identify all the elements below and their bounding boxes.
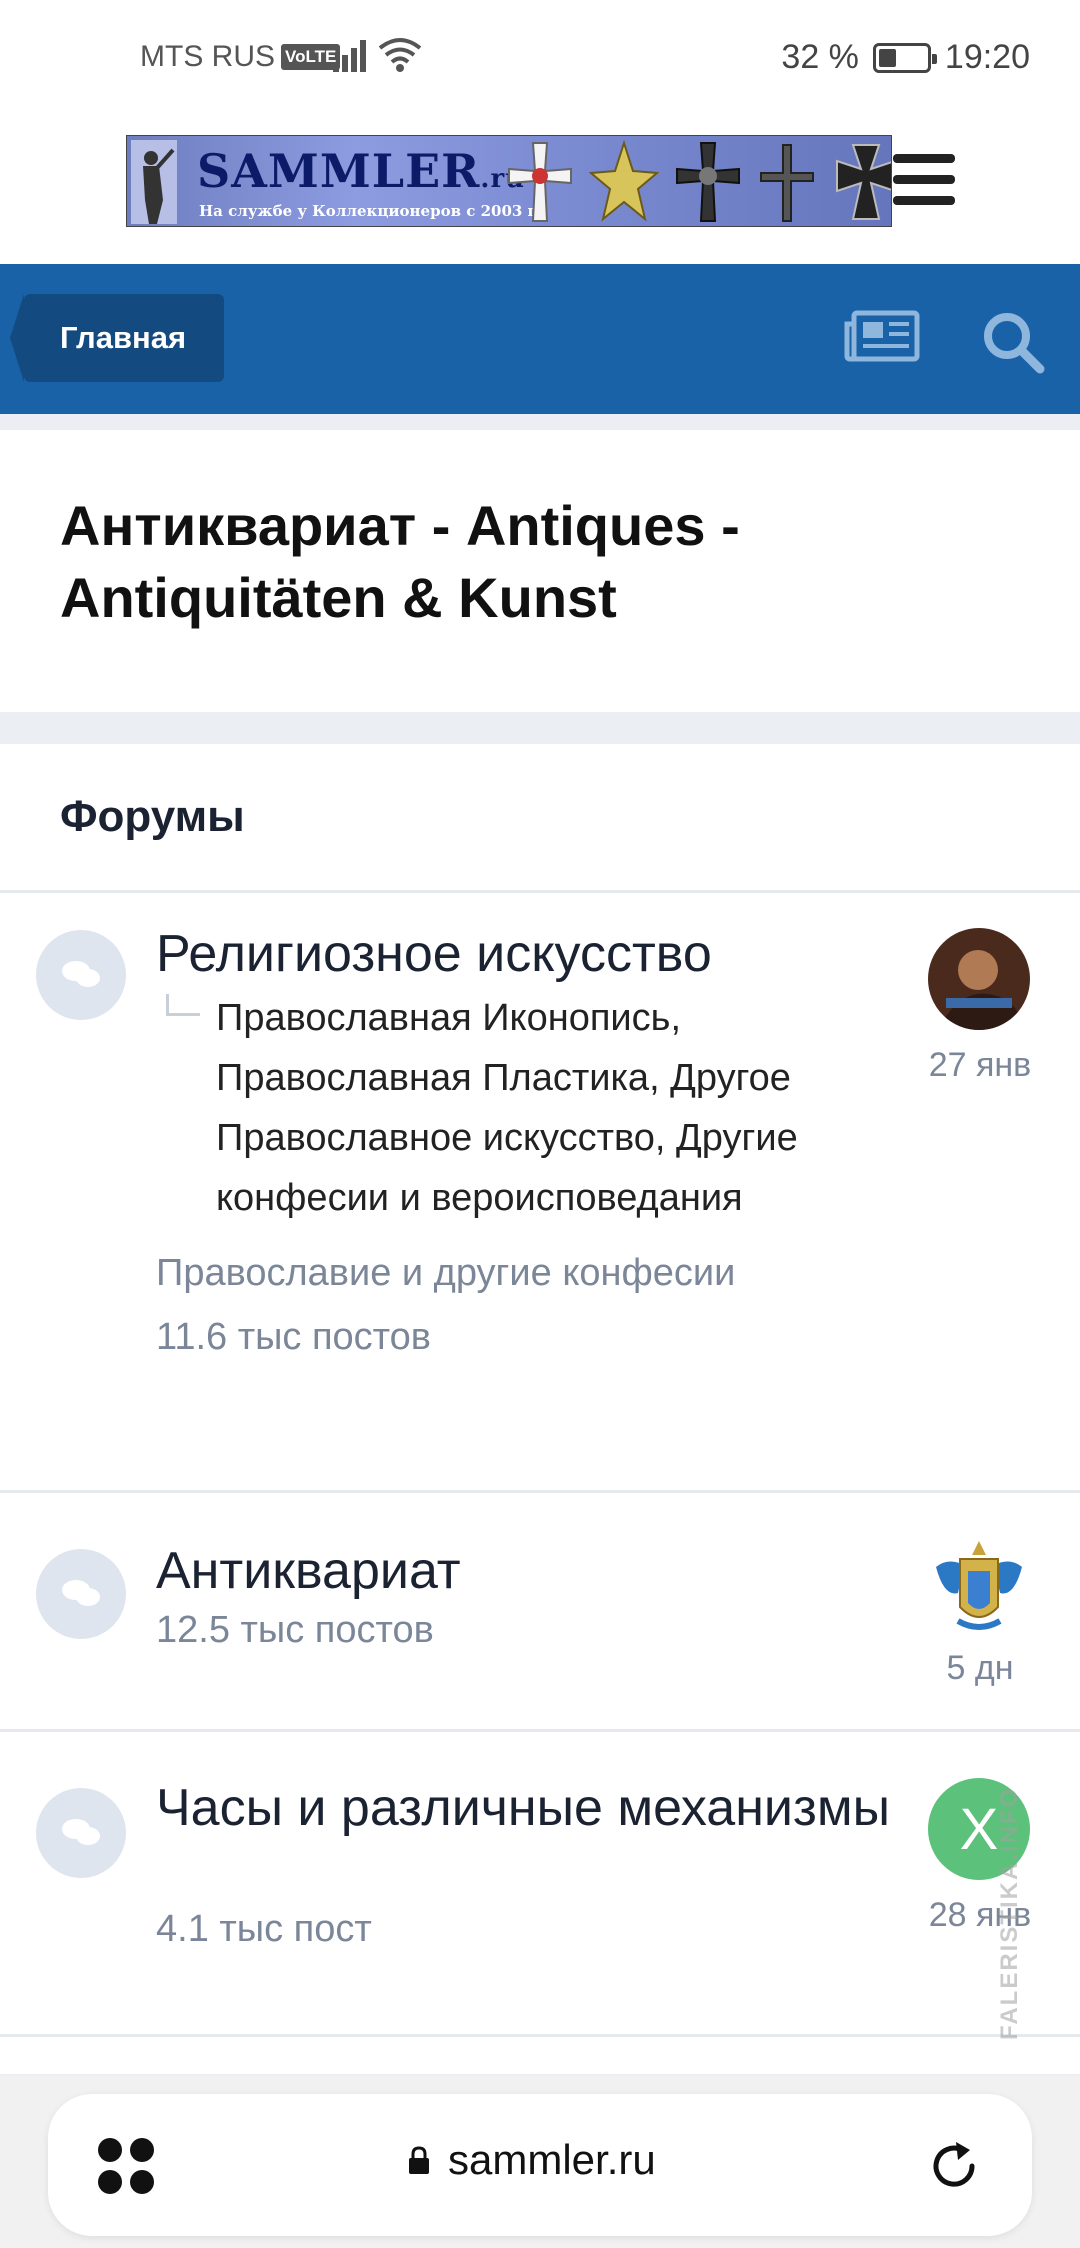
reload-icon[interactable] [928, 2140, 982, 2194]
forum-chat-icon [36, 1788, 126, 1878]
black-cross-medal-icon [676, 142, 740, 222]
forum-post-count: 4.1 тыс пост [156, 1908, 372, 1950]
last-post-time: 5 дн [946, 1649, 1014, 1687]
thin-cross-medal-icon [760, 144, 814, 222]
cross-medal-icon [508, 142, 572, 222]
last-post-time: 27 янв [928, 1046, 1032, 1084]
forum-title[interactable]: Антиквариат [156, 1539, 916, 1603]
carrier: MTS RUS VoLTE [140, 40, 341, 74]
chat-bubbles-icon [62, 961, 100, 987]
subforum-branch-icon [166, 994, 200, 1016]
forum-row-antiques[interactable]: Антиквариат 12.5 тыс постов 5 дн [0, 1493, 1080, 1729]
navigation-bar: Главная [0, 264, 1080, 414]
page-title: Антиквариат - Antiques - Antiquitäten & … [60, 494, 740, 629]
carrier-name: MTS RUS [140, 40, 275, 73]
logo-wordmark: SAMMLER.ru [197, 144, 526, 198]
lock-icon [409, 2146, 429, 2174]
clock: 19:20 [944, 38, 1030, 76]
subforum-links[interactable]: Православная Иконопись, Православная Пла… [216, 988, 896, 1228]
last-poster-avatar[interactable] [928, 928, 1030, 1030]
newspaper-icon[interactable] [844, 310, 920, 362]
avatar-letter: X [959, 1796, 999, 1862]
star-medal-icon [589, 139, 659, 222]
forums-heading: Форумы [60, 792, 245, 841]
medals-image [505, 136, 891, 226]
apps-icon[interactable] [96, 2136, 158, 2198]
url-text: sammler.ru [448, 2136, 656, 2183]
search-icon[interactable] [980, 309, 1046, 375]
coat-of-arms-icon [928, 1537, 1030, 1639]
divider [0, 2034, 1080, 2037]
site-logo[interactable]: SAMMLER.ru На службе у Коллекционеров с … [126, 135, 892, 227]
forum-description: Православие и другие конфесии [156, 1252, 736, 1294]
logo-tagline: На службе у Коллекционеров с 2003 г. [199, 202, 542, 220]
wifi-icon [378, 38, 422, 72]
volte-badge: VoLTE [281, 44, 341, 70]
soldier-figure-icon [131, 140, 177, 224]
forum-title[interactable]: Религиозное искусство [156, 922, 916, 986]
last-poster-avatar[interactable] [928, 1537, 1030, 1639]
battery-percent: 32 % [781, 38, 859, 76]
signal-icon [333, 38, 371, 72]
hamburger-menu-button[interactable] [893, 152, 955, 208]
url-field[interactable]: sammler.ru [408, 2136, 656, 2184]
address-bar: sammler.ru [48, 2094, 1032, 2236]
avatar-photo-icon [928, 928, 1030, 1030]
forum-row-clocks-mechanisms[interactable]: Часы и различные механизмы 4.1 тыс пост … [0, 1732, 1080, 2032]
forum-chat-icon [36, 1549, 126, 1639]
forum-title[interactable]: Часы и различные механизмы [156, 1776, 916, 1840]
forum-row-religious-art[interactable]: Религиозное искусство Православная Иконо… [0, 892, 1080, 1358]
chat-bubbles-icon [62, 1580, 100, 1606]
chat-bubbles-icon [62, 1819, 100, 1845]
forum-post-count: 11.6 тыс постов [156, 1316, 431, 1358]
title-card: Антиквариат - Antiques - Antiquitäten & … [0, 430, 1080, 712]
breadcrumb-home[interactable]: Главная [10, 294, 224, 382]
battery-icon [872, 42, 937, 73]
forum-chat-icon [36, 930, 126, 1020]
forums-section: Форумы Религиозное искусство Православна… [0, 744, 1080, 2074]
last-post-time: 28 янв [928, 1896, 1032, 1934]
iron-cross-medal-icon [836, 144, 891, 220]
status-bar: MTS RUS VoLTE 32 % 19:20 [0, 0, 1080, 115]
watermark: FALERISTIKA.INFO [996, 1786, 1023, 2040]
forum-post-count: 12.5 тыс постов [156, 1609, 434, 1651]
